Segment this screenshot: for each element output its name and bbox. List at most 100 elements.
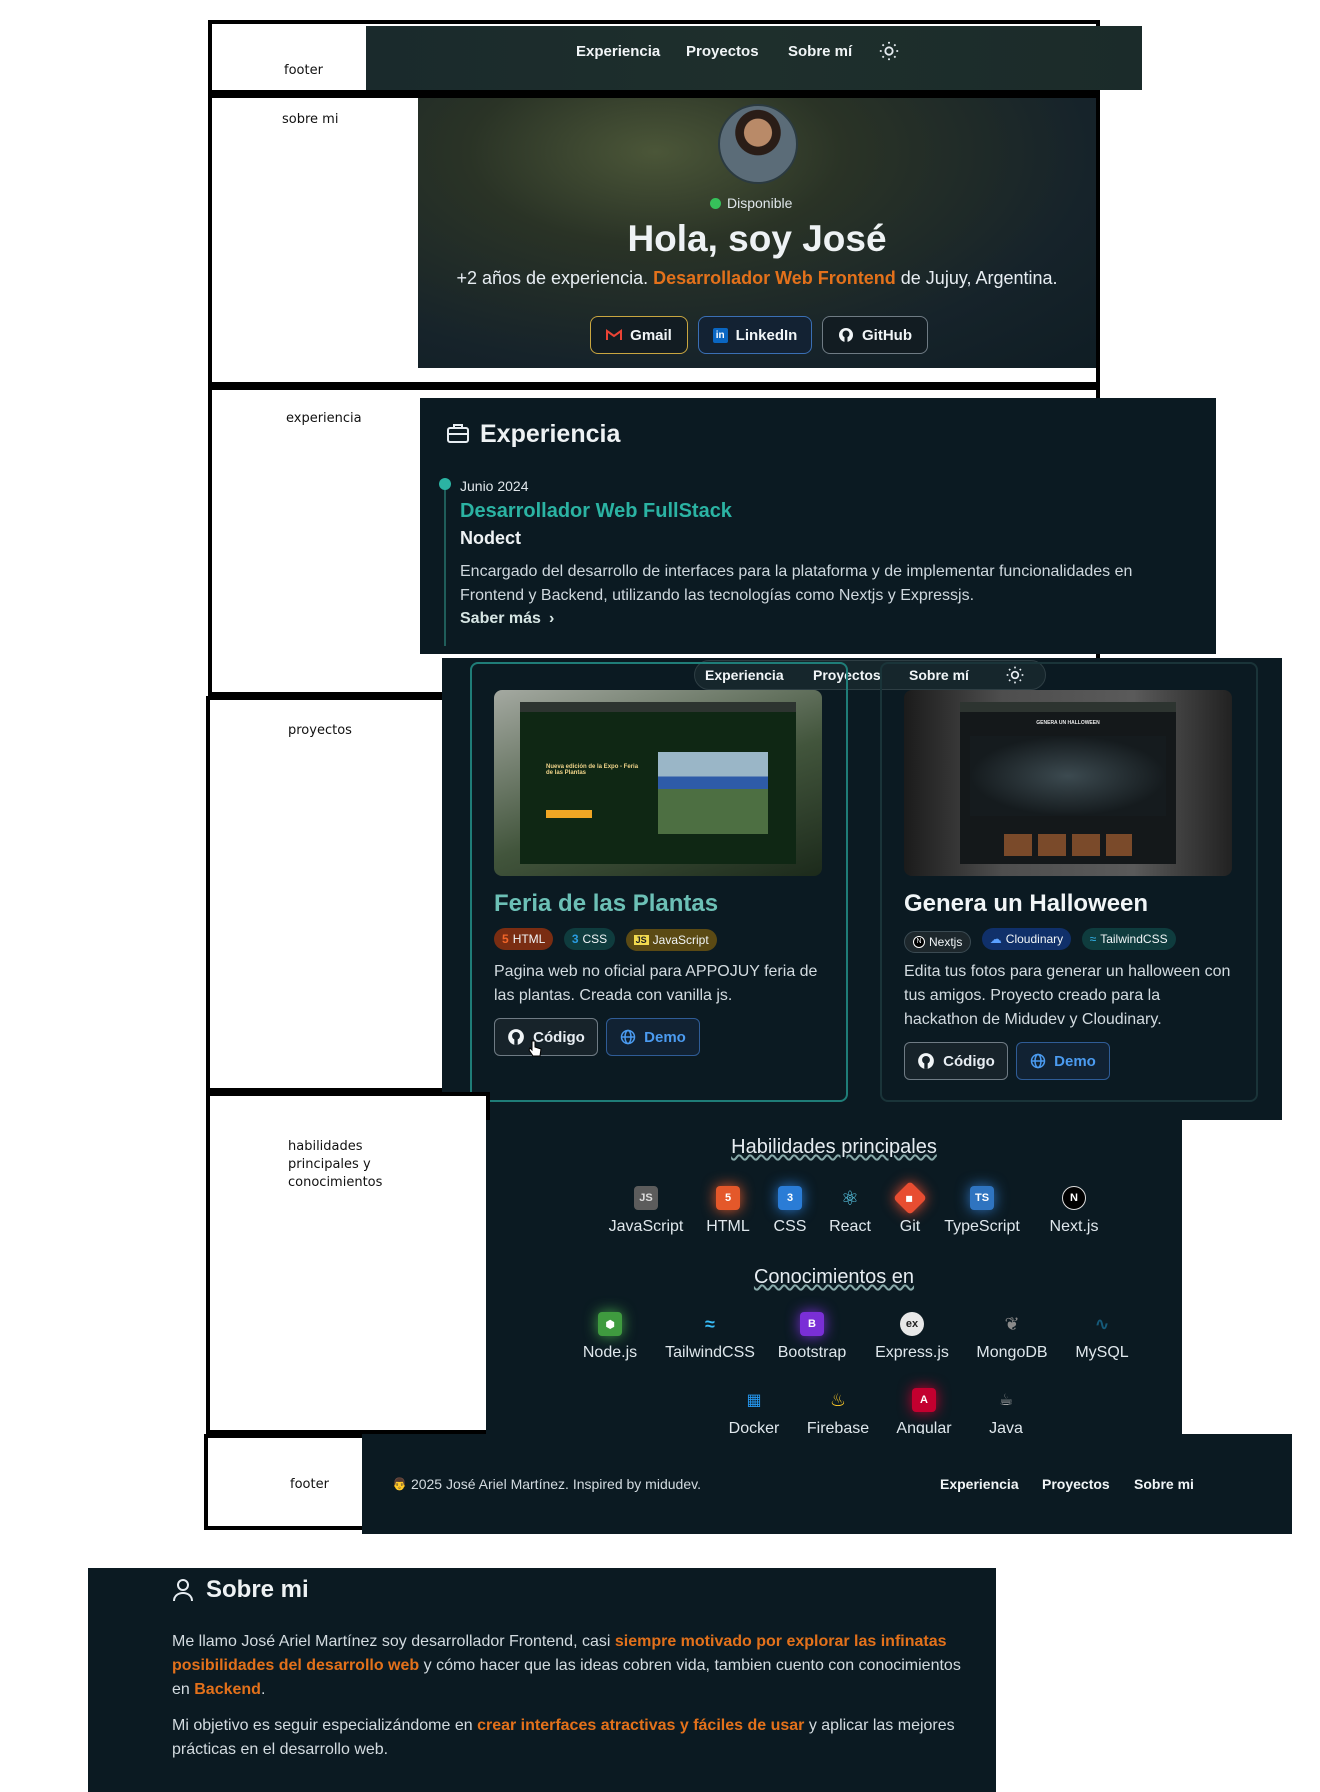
git-icon: ◆ [893,1181,927,1215]
firebase-icon: ♨ [829,1389,847,1410]
nav-link-proyectos[interactable]: Proyectos [686,43,759,60]
project-card-halloween: GENERA UN HALLOWEEN Genera un Halloween … [880,662,1258,1102]
js-icon: JS [633,935,649,945]
preview-window-feria: Nueva edición de la Expo - Feria de las … [520,702,796,864]
knowledge-firebase: Firebase [806,1420,870,1434]
demo-button-feria[interactable]: Demo [606,1018,700,1056]
projects-frame [206,696,446,1092]
gmail-button[interactable]: Gmail [590,316,688,354]
cloudinary-icon: ☁ [989,932,1002,946]
docker-icon: ▦ [746,1392,762,1409]
demo-button-label: Demo [644,1028,686,1046]
nav-link-sobre-mi[interactable]: Sobre mí [788,43,852,60]
github-button[interactable]: GitHub [822,316,928,354]
demo-button-halloween[interactable]: Demo [1016,1042,1110,1080]
css3-icon: 3 [778,1186,802,1210]
footer-link-proyectos[interactable]: Proyectos [1042,1476,1110,1492]
nodejs-icon: ⬢ [598,1312,622,1336]
experience-role: Desarrollador Web FullStack [460,500,732,522]
nextjs-icon: N [913,935,925,948]
experience-heading: Experiencia [480,420,621,448]
tag-label: Nextjs [929,934,963,949]
tag-html: 5 HTML [494,928,554,950]
project-preview-feria[interactable]: Nueva edición de la Expo - Feria de las … [494,690,822,876]
html5-icon: 5 [502,932,509,946]
tag-nextjs: N Nextjs [904,930,972,953]
linkedin-button-label: LinkedIn [735,326,798,344]
hero-subtitle: +2 años de experiencia. Desarrollador We… [418,268,1096,289]
knowledge-java: Java [989,1420,1023,1434]
code-button-label: Código [943,1052,995,1070]
hero-subtitle-prefix: +2 años de experiencia. [456,268,654,288]
site-footer: 👨 2025 José Ariel Martínez. Inspired by … [362,1434,1292,1534]
about-p1-c: . [260,1681,266,1698]
about-paragraph-1: Me llamo José Ariel Martínez soy desarro… [172,1630,972,1702]
about-heading: Sobre mi [206,1576,309,1603]
tailwind-icon: ≈ [705,1313,715,1334]
github-button-label: GitHub [862,326,912,344]
experience-more-label: Saber más [460,610,541,627]
briefcase-icon [447,424,469,443]
wireframe-label-proyectos: proyectos [288,723,352,738]
about-p2-a: Mi objetivo es seguir especializándome e… [172,1717,478,1734]
skill-html: HTML [706,1218,750,1235]
project-title-halloween: Genera un Halloween [904,890,1149,917]
css3-icon: 3 [571,932,579,946]
hero-subtitle-suffix: de Jujuy, Argentina. [895,268,1058,288]
code-button-halloween[interactable]: Código [904,1042,1008,1080]
code-button-feria[interactable]: Código [494,1018,598,1056]
java-icon: ☕ [998,1392,1014,1409]
project-tags-halloween: N Nextjs ☁ Cloudinary ≈ TailwindCSS [904,928,1182,953]
preview-window-halloween: GENERA UN HALLOWEEN [960,702,1176,864]
status-text: Disponible [727,195,793,211]
projects-section: Experiencia Proyectos Sobre mí Nueva edi… [442,658,1282,1120]
status-dot [710,197,721,209]
skill-nextjs: Next.js [1049,1218,1099,1235]
top-nav-bar: Experiencia Proyectos Sobre mí [366,26,1142,90]
footer-link-experiencia[interactable]: Experiencia [940,1476,1019,1492]
github-icon [508,1029,525,1045]
chevron-right-icon: › [548,610,555,627]
experience-section: Experiencia Junio 2024 Desarrollador Web… [420,398,1216,654]
footer-copyright-text: 2025 José Ariel Martínez. Inspired by mi… [410,1476,701,1492]
tag-cloudinary: ☁ Cloudinary [981,928,1072,950]
sun-icon[interactable] [878,40,900,62]
preview-cta-feria [546,810,592,818]
project-preview-halloween[interactable]: GENERA UN HALLOWEEN [904,690,1232,876]
tag-label: Cloudinary [1005,932,1064,946]
express-icon: ex [900,1312,924,1336]
wireframe-label-sobre-mi: sobre mi [282,112,339,127]
linkedin-button[interactable]: in LinkedIn [698,316,812,354]
experience-more-link[interactable]: Saber más › [460,610,554,628]
skill-git: Git [899,1218,921,1235]
footer-link-sobre-mi[interactable]: Sobre mi [1134,1476,1194,1492]
bootstrap-icon: B [800,1312,824,1336]
knowledge-angular: Angular [896,1420,952,1434]
wireframe-label-experiencia: experiencia [286,411,362,426]
skill-typescript: TypeScript [944,1218,1020,1235]
hand-cursor-icon [528,1040,542,1057]
tag-label: CSS [582,932,608,946]
project-tags-feria: 5 HTML 3 CSS JS JavaScript [494,928,723,951]
demo-button-label: Demo [1054,1052,1096,1070]
knowledge-bootstrap: Bootstrap [777,1344,847,1361]
tailwind-icon: ≈ [1089,932,1097,946]
experience-company: Nodect [460,528,522,548]
person-emoji-icon: 👨 [392,1477,407,1491]
nextjs-icon: N [1062,1186,1086,1210]
wireframe-label-habilidades: habilidades principales y conocimientos [288,1139,383,1190]
tag-tailwindcss: ≈ TailwindCSS [1081,928,1176,950]
mongodb-icon: ❦ [1004,1313,1020,1334]
preview-photo-feria [658,752,768,834]
knowledge-mongodb: MongoDB [976,1344,1048,1361]
preview-heading-halloween: GENERA UN HALLOWEEN [1036,720,1100,726]
tag-css: 3 CSS [563,928,616,950]
hero-subtitle-highlight: Desarrollador Web Frontend [653,268,896,288]
nav-link-experiencia[interactable]: Experiencia [576,43,660,60]
knowledge-nodejs: Node.js [582,1344,638,1361]
angular-icon: A [912,1388,936,1412]
footer-copyright: 👨 2025 José Ariel Martínez. Inspired by … [392,1476,701,1492]
knowledge-docker: Docker [728,1420,780,1434]
about-paragraph-2: Mi objetivo es seguir especializándome e… [172,1714,972,1762]
tag-label: HTML [512,932,546,946]
